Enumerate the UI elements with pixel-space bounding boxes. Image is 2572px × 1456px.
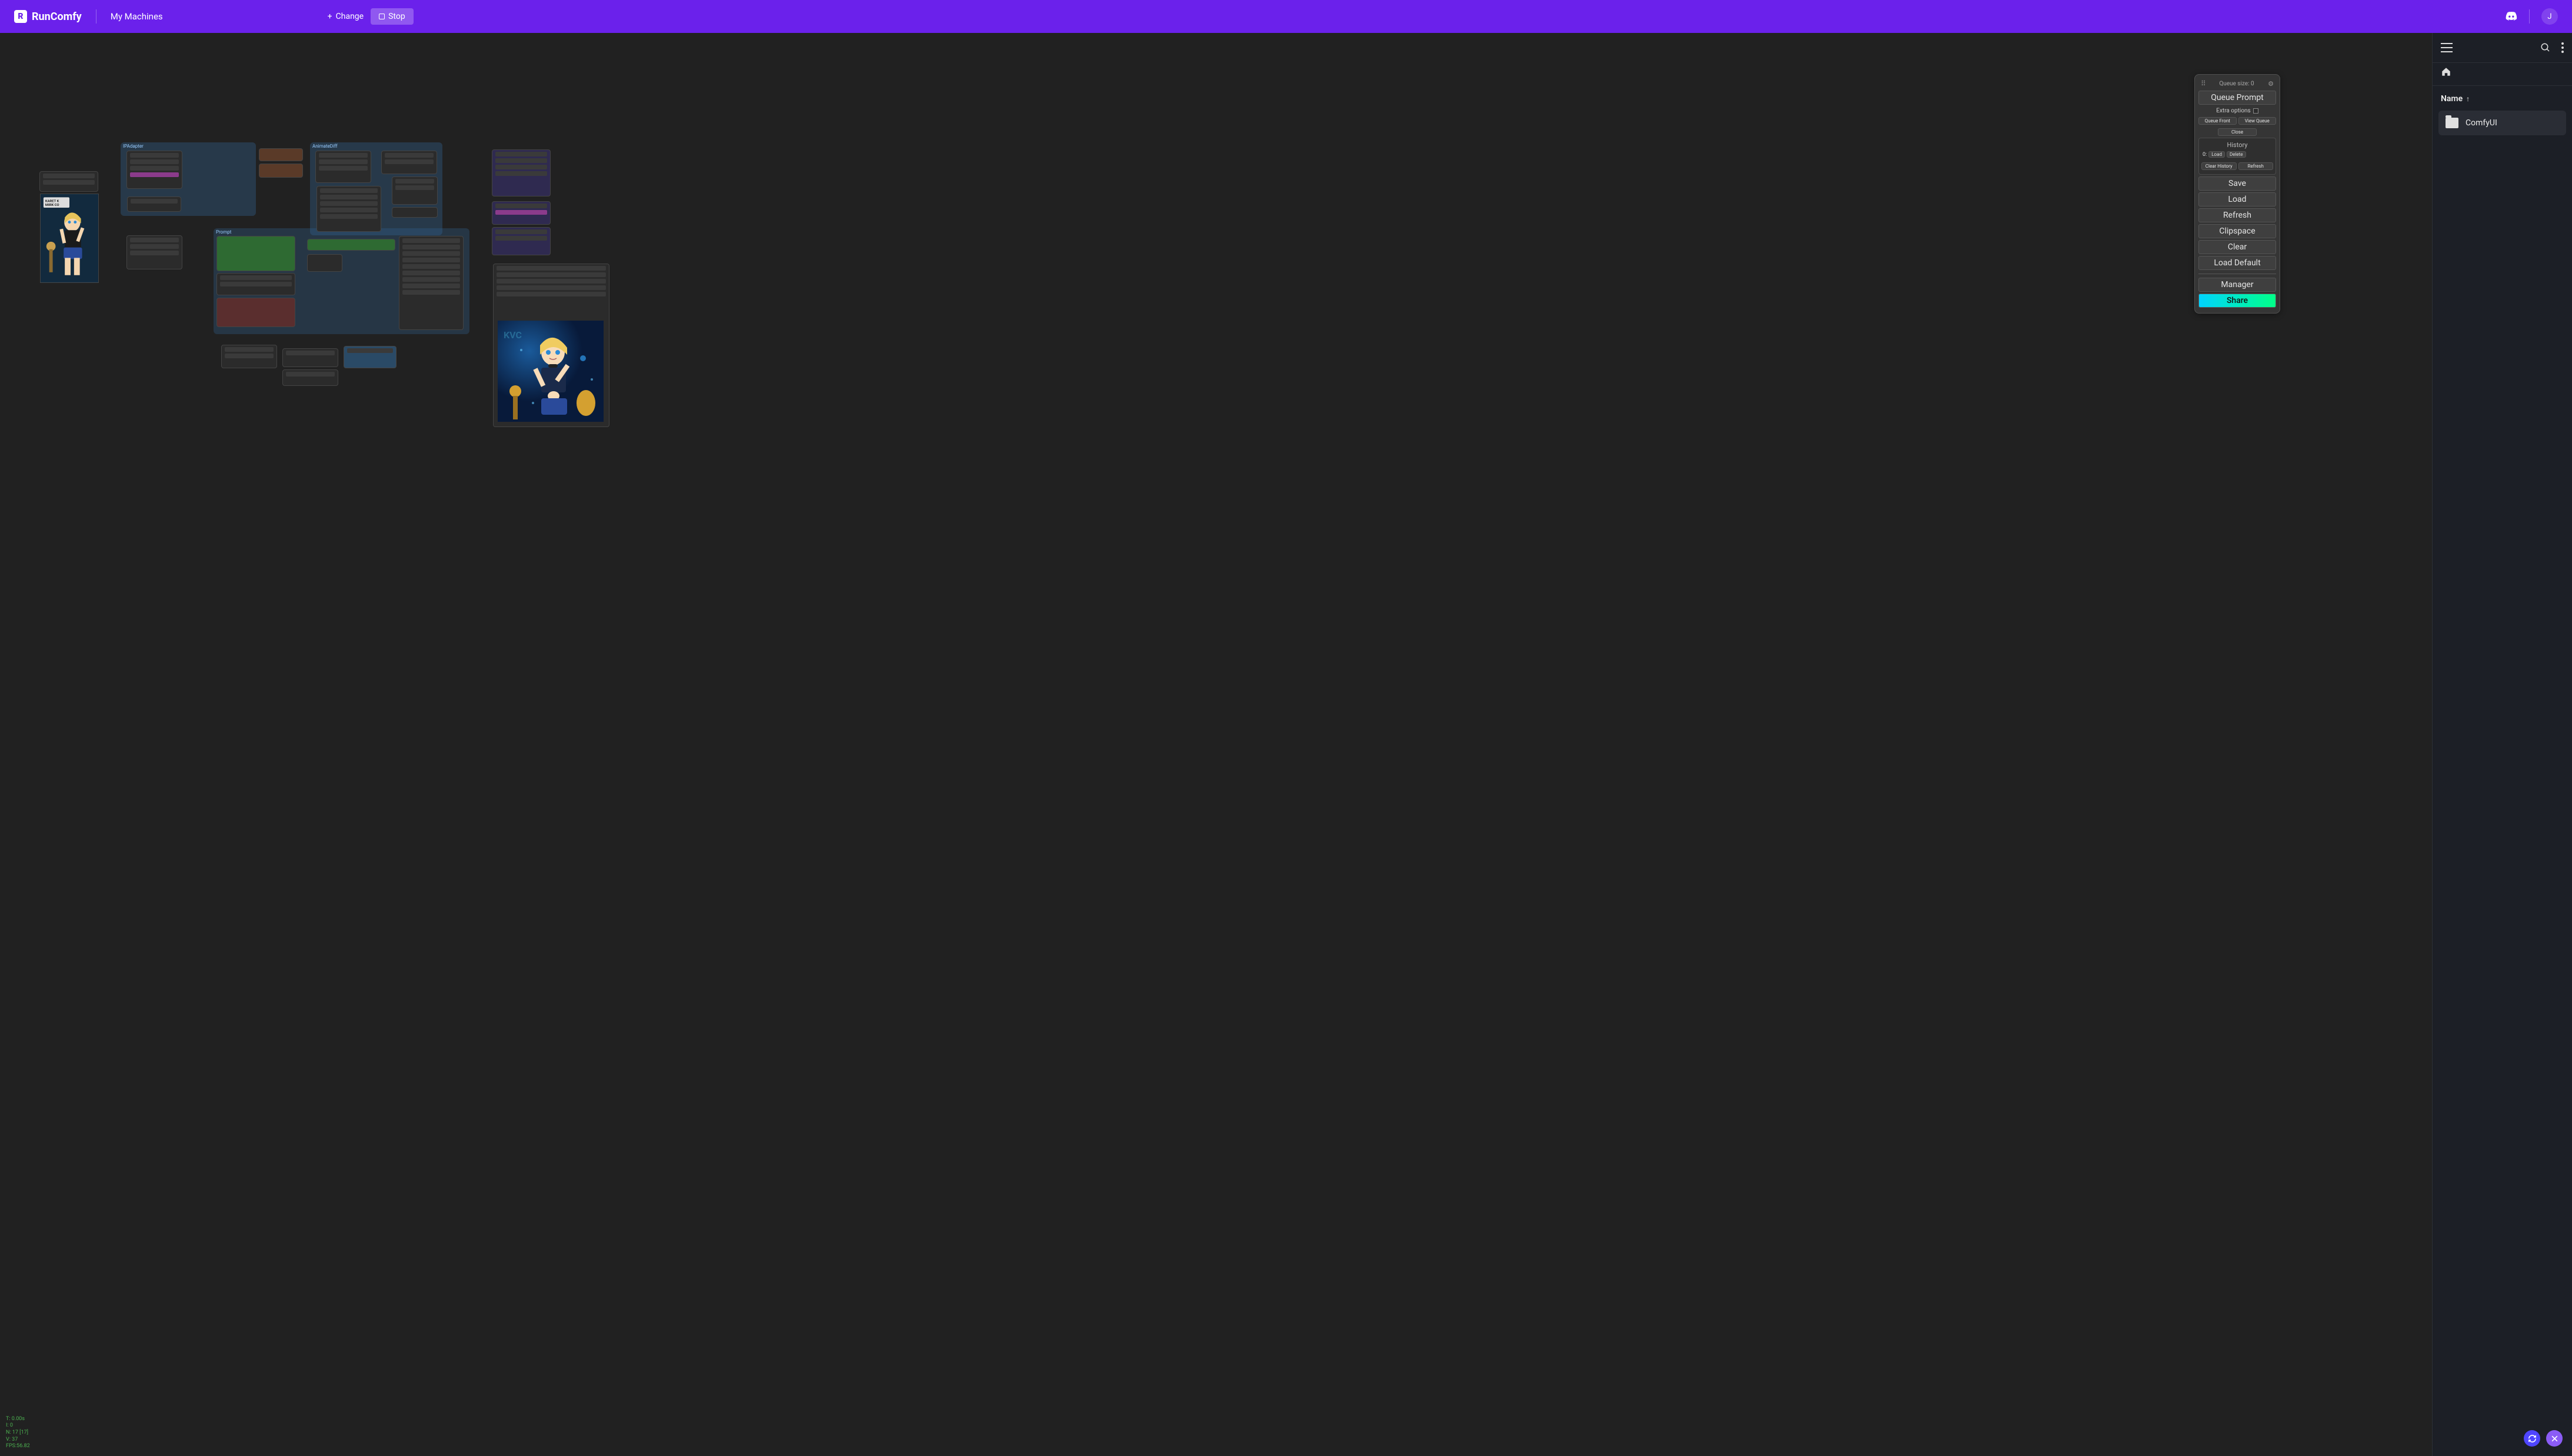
user-avatar[interactable]: J bbox=[2541, 8, 2558, 25]
file-sidebar: Name ↑ ComfyUI bbox=[2432, 33, 2572, 1456]
change-label: Change bbox=[336, 12, 364, 21]
change-button[interactable]: + Change bbox=[328, 12, 364, 21]
brand-name: RunComfy bbox=[32, 11, 82, 23]
plus-icon: + bbox=[328, 12, 332, 21]
svg-text:KARET K: KARET K bbox=[45, 199, 59, 203]
stop-button[interactable]: Stop bbox=[371, 8, 414, 25]
stats-t: T: 0.00s bbox=[6, 1416, 30, 1423]
node[interactable] bbox=[216, 298, 295, 327]
clear-button[interactable]: Clear bbox=[2198, 240, 2276, 254]
divider bbox=[2529, 9, 2530, 24]
load-default-button[interactable]: Load Default bbox=[2198, 256, 2276, 270]
fab-close[interactable] bbox=[2546, 1430, 2563, 1447]
drag-handle-icon[interactable]: ⠿ bbox=[2201, 79, 2205, 88]
top-bar: R RunComfy My Machines + Change Stop J bbox=[0, 0, 2572, 33]
queue-prompt-button[interactable]: Queue Prompt bbox=[2198, 91, 2276, 105]
save-button[interactable]: Save bbox=[2198, 176, 2276, 191]
node[interactable] bbox=[315, 151, 371, 183]
sidebar-header-name[interactable]: Name ↑ bbox=[2433, 86, 2572, 109]
close-icon bbox=[2551, 1435, 2558, 1442]
anime-illustration: KVC bbox=[498, 321, 604, 422]
node-preview-image-output: KVC bbox=[498, 321, 604, 422]
stats-v: V: 37 bbox=[6, 1437, 30, 1444]
anime-illustration: KARET K MIRK CO bbox=[41, 194, 98, 282]
stop-icon bbox=[379, 14, 385, 19]
manager-button[interactable]: Manager bbox=[2198, 278, 2276, 292]
nav-my-machines[interactable]: My Machines bbox=[111, 11, 163, 22]
node[interactable] bbox=[307, 254, 342, 272]
queue-size-label: Queue size: 0 bbox=[2219, 81, 2254, 87]
svg-text:KVC: KVC bbox=[504, 329, 522, 341]
node[interactable] bbox=[282, 369, 338, 386]
node[interactable] bbox=[216, 236, 295, 271]
node[interactable] bbox=[307, 239, 395, 251]
refresh-icon bbox=[2528, 1434, 2537, 1443]
queue-front-button[interactable]: Queue Front bbox=[2198, 117, 2237, 125]
clear-history-button[interactable]: Clear History bbox=[2201, 162, 2237, 170]
node[interactable] bbox=[381, 151, 437, 174]
refresh-history-button[interactable]: Refresh bbox=[2238, 162, 2274, 170]
svg-text:MIRK CO: MIRK CO bbox=[45, 204, 59, 207]
history-delete-button[interactable]: Delete bbox=[2227, 151, 2246, 158]
extra-options-label: Extra options bbox=[2216, 108, 2250, 114]
menu-icon[interactable] bbox=[2441, 43, 2453, 52]
history-row: 0: Load Delete bbox=[2201, 151, 2273, 158]
brand: R RunComfy bbox=[14, 10, 82, 23]
node[interactable] bbox=[216, 273, 295, 295]
history-title: History bbox=[2201, 141, 2273, 151]
node[interactable] bbox=[392, 207, 438, 218]
clipspace-button[interactable]: Clipspace bbox=[2198, 224, 2276, 238]
extra-options-toggle[interactable]: Extra options bbox=[2198, 106, 2276, 115]
node-preview-image-left[interactable]: KARET K MIRK CO bbox=[40, 194, 99, 283]
node[interactable] bbox=[39, 171, 98, 192]
stats-fps: FPS:56.82 bbox=[6, 1443, 30, 1450]
node[interactable] bbox=[399, 236, 464, 330]
wires-overlay bbox=[0, 33, 176, 121]
node[interactable] bbox=[392, 176, 438, 205]
history-index: 0: bbox=[2203, 152, 2207, 158]
node[interactable] bbox=[282, 348, 338, 367]
view-queue-button[interactable]: View Queue bbox=[2238, 117, 2277, 125]
group-label: IPAdapter bbox=[121, 142, 256, 150]
canvas-area[interactable]: IPAdapter AnimateDiff Prompt KARET K MIR… bbox=[0, 33, 2432, 1456]
stats-n: N: 17 [17] bbox=[6, 1430, 30, 1437]
sidebar-item-comfyui[interactable]: ComfyUI bbox=[2438, 111, 2566, 135]
node[interactable] bbox=[316, 186, 381, 232]
home-icon[interactable] bbox=[2441, 66, 2451, 77]
node[interactable] bbox=[492, 227, 551, 255]
more-icon[interactable] bbox=[2561, 42, 2564, 53]
fab-refresh[interactable] bbox=[2524, 1430, 2540, 1447]
node[interactable] bbox=[221, 345, 277, 368]
node[interactable] bbox=[492, 149, 551, 196]
node[interactable] bbox=[127, 196, 181, 212]
stats-i: I: 0 bbox=[6, 1422, 30, 1430]
history-box: History 0: Load Delete Clear History Ref… bbox=[2198, 138, 2276, 175]
node[interactable] bbox=[259, 148, 303, 161]
history-load-button[interactable]: Load bbox=[2208, 151, 2225, 158]
stop-label: Stop bbox=[388, 12, 405, 21]
node[interactable] bbox=[126, 151, 182, 189]
search-icon[interactable] bbox=[2540, 42, 2551, 53]
discord-icon[interactable] bbox=[2504, 10, 2517, 23]
share-button[interactable]: Share bbox=[2198, 294, 2276, 308]
node[interactable] bbox=[492, 201, 551, 225]
folder-icon bbox=[2446, 118, 2458, 128]
arrow-up-icon: ↑ bbox=[2466, 95, 2470, 103]
node[interactable] bbox=[259, 164, 303, 178]
group-label: AnimateDiff bbox=[310, 142, 442, 150]
close-button[interactable]: Close bbox=[2218, 128, 2257, 136]
node-output[interactable]: KVC bbox=[493, 264, 609, 427]
stats-overlay: T: 0.00s I: 0 N: 17 [17] V: 37 FPS:56.82 bbox=[6, 1416, 30, 1450]
node[interactable] bbox=[344, 346, 397, 368]
sidebar-item-label: ComfyUI bbox=[2466, 118, 2497, 128]
control-panel[interactable]: ⠿ Queue size: 0 ⚙ Queue Prompt Extra opt… bbox=[2194, 74, 2280, 314]
name-header-label: Name bbox=[2441, 94, 2463, 104]
checkbox-icon[interactable] bbox=[2253, 108, 2258, 114]
gear-icon[interactable]: ⚙ bbox=[2268, 80, 2274, 88]
brand-badge: R bbox=[14, 10, 27, 23]
load-button[interactable]: Load bbox=[2198, 192, 2276, 206]
node[interactable] bbox=[126, 235, 182, 269]
refresh-button[interactable]: Refresh bbox=[2198, 208, 2276, 222]
